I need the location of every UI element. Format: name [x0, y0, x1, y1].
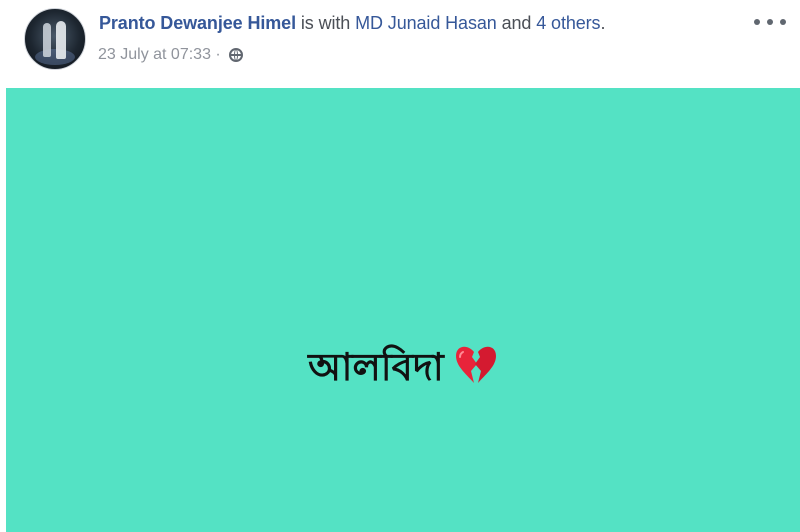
meta-separator: · [210, 46, 226, 63]
author-avatar[interactable] [24, 8, 86, 70]
status-text: আলবিদা [308, 345, 444, 389]
timestamp-link[interactable]: 23 July at 07:33 [98, 46, 211, 63]
avatar-glow [35, 49, 75, 65]
more-dot [754, 19, 760, 25]
post-meta: 23 July at 07:33 · [98, 45, 244, 64]
more-dot [767, 19, 773, 25]
more-options-icon[interactable] [754, 14, 786, 30]
globe-icon[interactable] [229, 48, 244, 62]
status-line: আলবিদা [6, 342, 800, 392]
author-name-link[interactable]: Pranto Dewanjee Himel [99, 13, 296, 33]
post-byline: Pranto Dewanjee Himel is with MD Junaid … [99, 13, 605, 34]
avatar-figure-left [43, 23, 51, 57]
broken-heart-icon [454, 344, 498, 386]
post-card: Pranto Dewanjee Himel is with MD Junaid … [0, 0, 800, 532]
byline-period: . [600, 13, 606, 33]
status-background: আলবিদা [6, 88, 800, 532]
more-dot [780, 19, 786, 25]
is-with-text: is with [295, 13, 356, 33]
avatar-figure-right [56, 21, 66, 59]
post-header: Pranto Dewanjee Himel is with MD Junaid … [0, 0, 800, 88]
tagged-user-link[interactable]: MD Junaid Hasan [355, 13, 497, 33]
and-text: and [496, 13, 537, 33]
others-link[interactable]: 4 others [536, 13, 600, 33]
